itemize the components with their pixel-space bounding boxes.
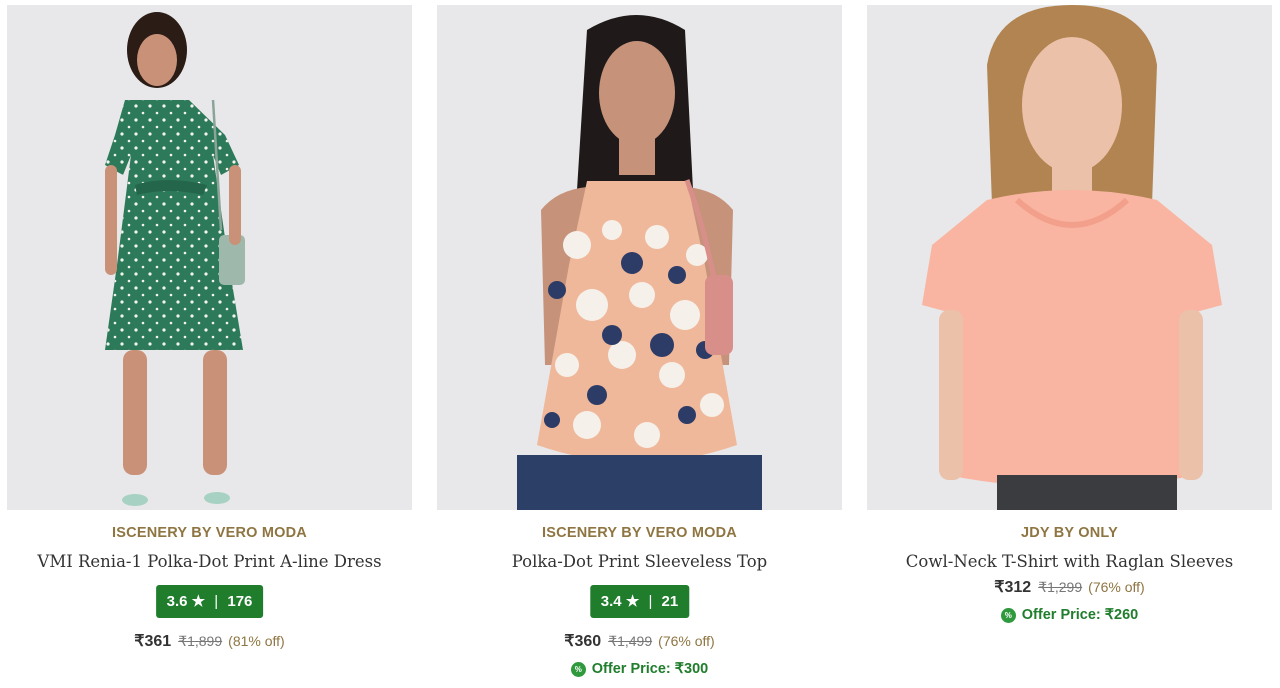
product-grid: ISCENERY BY VERO MODA VMI Renia-1 Polka-… xyxy=(0,0,1280,688)
offer-price: Offer Price: ₹260 xyxy=(1021,607,1139,623)
discount-percent: (81% off) xyxy=(228,633,285,649)
original-price: ₹1,899 xyxy=(178,633,223,649)
brand-name: ISCENERY BY VERO MODA xyxy=(112,525,307,541)
rating-separator: | xyxy=(648,593,653,610)
price-row: ₹312 ₹1,299 (76% off) xyxy=(867,577,1272,597)
product-image[interactable] xyxy=(437,5,842,510)
offer-price: Offer Price: ₹300 xyxy=(591,661,709,677)
product-name[interactable]: Cowl-Neck T-Shirt with Raglan Sleeves xyxy=(867,552,1272,571)
star-icon: ★ xyxy=(625,593,640,610)
discount-percent: (76% off) xyxy=(1088,579,1145,595)
selling-price: ₹312 xyxy=(994,579,1032,596)
product-name[interactable]: VMI Renia-1 Polka-Dot Print A-line Dress xyxy=(7,552,412,571)
brand-name: JDY BY ONLY xyxy=(1020,525,1119,541)
peach-polka-top-photo xyxy=(437,5,842,510)
offer-price-row: % Offer Price: ₹300 xyxy=(437,661,842,677)
discount-percent: (76% off) xyxy=(658,633,715,649)
product-card[interactable]: JDY BY ONLY Cowl-Neck T-Shirt with Ragla… xyxy=(867,0,1272,688)
rating-count: 21 xyxy=(661,593,679,610)
rating-count: 176 xyxy=(227,593,253,610)
rating-separator: | xyxy=(214,593,219,610)
product-image[interactable] xyxy=(867,5,1272,510)
product-name[interactable]: Polka-Dot Print Sleeveless Top xyxy=(437,552,842,571)
product-card[interactable]: ISCENERY BY VERO MODA Polka-Dot Print Sl… xyxy=(437,0,842,688)
price-row: ₹360 ₹1,499 (76% off) xyxy=(437,631,842,651)
original-price: ₹1,299 xyxy=(1038,579,1083,595)
rating-score: 3.4 xyxy=(600,593,622,610)
selling-price: ₹361 xyxy=(134,633,172,650)
product-image[interactable] xyxy=(7,5,412,510)
percent-badge-icon: % xyxy=(1000,608,1016,623)
offer-price-row: % Offer Price: ₹260 xyxy=(867,607,1272,623)
rating-badge[interactable]: 3.6 ★ | 176 xyxy=(155,585,264,618)
selling-price: ₹360 xyxy=(564,633,602,650)
brand-name: ISCENERY BY VERO MODA xyxy=(542,525,737,541)
star-icon: ★ xyxy=(191,593,206,610)
product-card[interactable]: ISCENERY BY VERO MODA VMI Renia-1 Polka-… xyxy=(7,0,412,688)
price-row: ₹361 ₹1,899 (81% off) xyxy=(7,631,412,651)
percent-badge-icon: % xyxy=(570,662,586,677)
rating-score: 3.6 xyxy=(166,593,188,610)
green-polka-dress-photo xyxy=(7,5,412,510)
rating-badge[interactable]: 3.4 ★ | 21 xyxy=(589,585,690,618)
peach-tshirt-photo xyxy=(867,5,1272,510)
original-price: ₹1,499 xyxy=(608,633,653,649)
